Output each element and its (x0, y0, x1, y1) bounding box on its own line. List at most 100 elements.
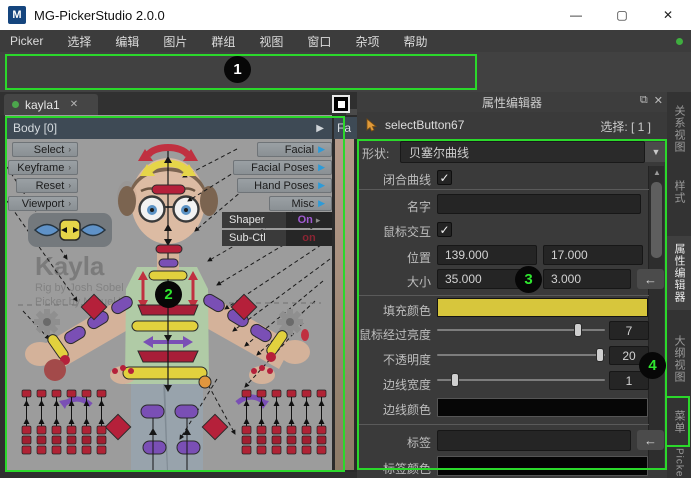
keyframe-picker-button[interactable]: Keyframe › (8, 160, 78, 175)
menu-group[interactable]: 群组 (211, 33, 235, 50)
size-h-input[interactable]: 3.000 (543, 269, 631, 289)
unsaved-dot-icon (12, 101, 19, 108)
menu-select[interactable]: 选择 (67, 33, 91, 50)
play-arrow-icon: ▶ (318, 180, 325, 191)
side-tab-outline-view[interactable]: 大纲视图 (667, 328, 691, 390)
button-label: Hand Poses (254, 180, 314, 192)
tab-close-icon[interactable]: ✕ (70, 99, 78, 110)
fill-color-swatch[interactable] (437, 298, 648, 317)
border-width-label: 边线宽度 (357, 376, 431, 393)
shape-dropdown[interactable]: 贝塞尔曲线 (400, 141, 645, 163)
app-window: M MG-PickerStudio 2.0.0 — ▢ ✕ Picker 选择 … (0, 0, 691, 478)
scrollbar-thumb[interactable] (651, 182, 662, 258)
scroll-up-icon[interactable]: ▲ (649, 166, 665, 179)
expand-arrow-icon[interactable]: ▶ (316, 123, 324, 134)
play-arrow-icon: ▶ (318, 162, 325, 173)
annotation-circle-2: 2 (155, 281, 182, 308)
finger-grid-left[interactable] (22, 390, 106, 454)
hover-brightness-value[interactable]: 7 (609, 321, 649, 340)
closed-curve-checkbox[interactable]: ✓ (437, 170, 452, 185)
border-color-swatch[interactable] (437, 398, 648, 417)
position-y-value: 17.000 (551, 248, 588, 262)
size-label: 大小 (357, 273, 431, 290)
toggle-state: on (302, 232, 315, 244)
attr-scrollbar[interactable]: ▲ (648, 166, 664, 470)
tab-kayla1[interactable]: kayla1 ✕ (4, 94, 98, 115)
page-title: Body [0] (13, 121, 57, 135)
maximize-button[interactable]: ▢ (599, 0, 645, 30)
play-arrow-icon: ▶ (318, 198, 325, 209)
picker-tab-bar: kayla1 ✕ (0, 92, 346, 115)
opacity-slider[interactable] (437, 348, 605, 362)
maximize-view-icon[interactable] (332, 95, 350, 113)
side-tab-relation-view[interactable]: 关系视图 (667, 98, 691, 160)
side-tab-menu[interactable]: 菜单 (667, 403, 691, 440)
button-label: Viewport (22, 198, 65, 210)
slider-handle[interactable] (574, 323, 582, 337)
viewport-picker-button[interactable]: Viewport › (8, 196, 78, 211)
label-input[interactable] (437, 430, 631, 451)
menu-window[interactable]: 窗口 (307, 33, 331, 50)
annotation-circle-1: 1 (224, 56, 251, 83)
misc-button[interactable]: Misc ▶ (269, 196, 332, 211)
gear-icon[interactable] (34, 309, 60, 335)
side-tab-attribute-editor[interactable]: 属性编辑器 (667, 236, 691, 310)
side-tab-strip: 关系视图 样式 属性编辑器 大纲视图 菜单 Picker (667, 92, 691, 478)
value-text: 20 (622, 349, 635, 363)
menu-picker[interactable]: Picker (10, 34, 43, 48)
mouse-interact-checkbox[interactable]: ✓ (437, 222, 452, 237)
button-label: Facial Poses (251, 162, 314, 174)
hover-brightness-slider[interactable] (437, 323, 605, 337)
partial-face-page[interactable]: Fa (332, 115, 357, 472)
size-h-value: 3.000 (551, 272, 581, 286)
side-tab-style[interactable]: 样式 (667, 174, 691, 210)
close-button[interactable]: ✕ (645, 0, 691, 30)
selection-count: 选择: [ 1 ] (600, 118, 651, 135)
status-dot (676, 38, 683, 45)
select-picker-button[interactable]: Select › (12, 142, 78, 157)
menu-view[interactable]: 视图 (259, 33, 283, 50)
facial-button[interactable]: Facial ▶ (257, 142, 332, 157)
toggle-label: Shaper (222, 212, 286, 228)
menu-help[interactable]: 帮助 (403, 33, 427, 50)
hand-poses-button[interactable]: Hand Poses ▶ (237, 178, 332, 193)
menu-misc[interactable]: 杂项 (355, 33, 379, 50)
toolbar: T (0, 52, 691, 92)
position-y-input[interactable]: 17.000 (543, 245, 643, 265)
shaper-toggle[interactable]: Shaper On ▸ (222, 212, 332, 228)
watermark-line1: Rig by Josh Sobel (35, 282, 124, 294)
subctl-toggle[interactable]: Sub-Ctl on (222, 230, 332, 246)
page-header[interactable]: Body [0] ▶ (5, 117, 332, 139)
title-bar: M MG-PickerStudio 2.0.0 — ▢ ✕ (0, 0, 691, 30)
partial-page-image (335, 139, 354, 470)
position-x-input[interactable]: 139.000 (437, 245, 537, 265)
close-panel-icon[interactable]: ✕ (654, 94, 663, 107)
select-cursor-icon (365, 118, 379, 132)
partial-page-title: Fa (334, 117, 357, 139)
annotation-number: 4 (648, 357, 656, 374)
dropdown-arrow-icon[interactable]: ▼ (645, 142, 667, 162)
side-tab-picker[interactable]: Picker (667, 452, 691, 478)
reset-picker-button[interactable]: Reset › (16, 178, 78, 193)
annotation-number: 3 (524, 271, 532, 288)
slider-handle[interactable] (451, 373, 459, 387)
float-panel-icon[interactable]: ⧉ (640, 94, 648, 107)
name-label: 名字 (357, 198, 431, 215)
label-reset-button[interactable]: ← (637, 430, 664, 450)
minimize-button[interactable]: — (553, 0, 599, 30)
menu-edit[interactable]: 编辑 (115, 33, 139, 50)
divider (359, 189, 649, 190)
eye-control-widget[interactable] (28, 213, 112, 247)
menu-image[interactable]: 图片 (163, 33, 187, 50)
facial-poses-button[interactable]: Facial Poses ▶ (233, 160, 332, 175)
label-color-swatch[interactable] (437, 456, 648, 476)
shape-value: 贝塞尔曲线 (409, 144, 469, 161)
chevron-right-icon: › (68, 145, 71, 154)
border-width-slider[interactable] (437, 373, 605, 387)
label-color-label: 标签颜色 (357, 460, 431, 477)
hover-brightness-label: 鼠标经过亮度 (357, 326, 431, 343)
size-reset-button[interactable]: ← (637, 269, 664, 289)
button-label: Facial (285, 144, 314, 156)
slider-handle[interactable] (596, 348, 604, 362)
name-input[interactable] (437, 194, 641, 214)
